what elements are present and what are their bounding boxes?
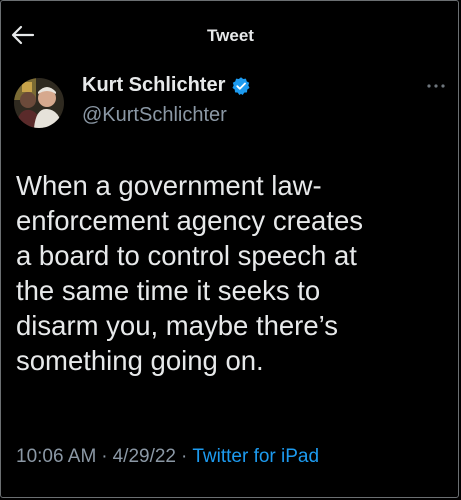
tweet-metadata: 10:06 AM · 4/29/22 · Twitter for iPad <box>16 446 319 468</box>
meta-separator: · <box>101 446 108 467</box>
avatar-image <box>14 78 64 128</box>
top-bar: Tweet <box>0 0 461 60</box>
author-handle[interactable]: @KurtSchlichter <box>82 104 227 127</box>
more-button[interactable] <box>424 78 448 94</box>
tweet-time[interactable]: 10:06 AM <box>16 446 96 467</box>
author-name[interactable]: Kurt Schlichter <box>82 74 251 97</box>
more-horizontal-icon <box>427 84 445 88</box>
verified-badge-icon <box>232 76 250 95</box>
meta-separator: · <box>181 446 188 467</box>
tweet-date[interactable]: 4/29/22 <box>113 446 176 467</box>
tweet-source-link[interactable]: Twitter for iPad <box>192 446 319 467</box>
avatar[interactable] <box>14 78 64 128</box>
tweet-text: When a government law- enforcement agenc… <box>16 170 363 376</box>
page-title: Tweet <box>207 26 254 45</box>
author-name-text: Kurt Schlichter <box>82 74 226 96</box>
